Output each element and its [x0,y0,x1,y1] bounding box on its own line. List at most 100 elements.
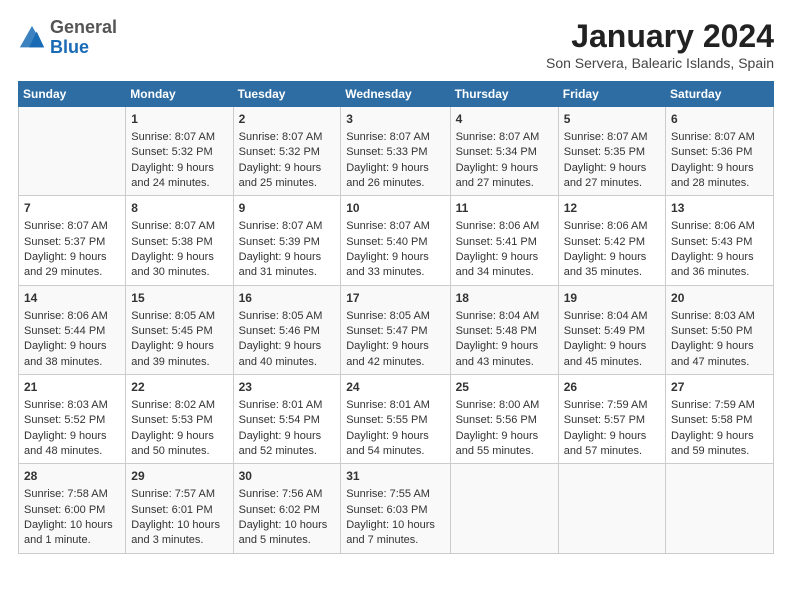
cell-content: Sunrise: 8:00 AM [456,398,553,413]
day-number: 2 [239,111,336,128]
location-subtitle: Son Servera, Balearic Islands, Spain [546,55,774,71]
calendar-cell: 1Sunrise: 8:07 AMSunset: 5:32 PMDaylight… [126,107,233,196]
day-number: 15 [131,290,227,307]
cell-content: Sunrise: 8:06 AM [24,309,120,324]
calendar-week-row: 28Sunrise: 7:58 AMSunset: 6:00 PMDayligh… [19,464,774,553]
cell-content: Sunset: 5:42 PM [564,235,660,250]
calendar-table: SundayMondayTuesdayWednesdayThursdayFrid… [18,81,774,554]
cell-content: and 43 minutes. [456,355,553,370]
cell-content: Sunrise: 7:56 AM [239,487,336,502]
cell-content: Sunrise: 8:04 AM [564,309,660,324]
cell-content: Sunrise: 7:59 AM [671,398,768,413]
cell-content: Daylight: 9 hours [239,161,336,176]
cell-content: Daylight: 9 hours [239,429,336,444]
calendar-week-row: 21Sunrise: 8:03 AMSunset: 5:52 PMDayligh… [19,375,774,464]
calendar-cell: 11Sunrise: 8:06 AMSunset: 5:41 PMDayligh… [450,196,558,285]
cell-content: Daylight: 9 hours [671,250,768,265]
calendar-cell: 16Sunrise: 8:05 AMSunset: 5:46 PMDayligh… [233,285,341,374]
cell-content: Sunset: 5:47 PM [346,324,444,339]
cell-content: Sunset: 5:57 PM [564,413,660,428]
calendar-week-row: 1Sunrise: 8:07 AMSunset: 5:32 PMDaylight… [19,107,774,196]
calendar-cell: 13Sunrise: 8:06 AMSunset: 5:43 PMDayligh… [666,196,774,285]
day-number: 6 [671,111,768,128]
calendar-cell: 17Sunrise: 8:05 AMSunset: 5:47 PMDayligh… [341,285,450,374]
header-sunday: Sunday [19,82,126,107]
calendar-cell: 26Sunrise: 7:59 AMSunset: 5:57 PMDayligh… [558,375,665,464]
calendar-cell: 18Sunrise: 8:04 AMSunset: 5:48 PMDayligh… [450,285,558,374]
cell-content: Sunset: 5:34 PM [456,145,553,160]
header: General Blue January 2024 Son Servera, B… [18,18,774,71]
calendar-header-row: SundayMondayTuesdayWednesdayThursdayFrid… [19,82,774,107]
calendar-cell: 10Sunrise: 8:07 AMSunset: 5:40 PMDayligh… [341,196,450,285]
header-tuesday: Tuesday [233,82,341,107]
cell-content: and 7 minutes. [346,533,444,548]
cell-content: and 57 minutes. [564,444,660,459]
cell-content: and 5 minutes. [239,533,336,548]
cell-content: Daylight: 9 hours [456,250,553,265]
cell-content: and 30 minutes. [131,265,227,280]
cell-content: Sunrise: 8:07 AM [24,219,120,234]
day-number: 24 [346,379,444,396]
title-block: January 2024 Son Servera, Balearic Islan… [546,18,774,71]
month-title: January 2024 [546,18,774,55]
cell-content: Sunset: 6:00 PM [24,503,120,518]
cell-content: Daylight: 9 hours [564,250,660,265]
logo-text: General Blue [50,18,117,58]
cell-content: Sunset: 5:40 PM [346,235,444,250]
cell-content: Sunset: 5:44 PM [24,324,120,339]
cell-content: Sunset: 5:58 PM [671,413,768,428]
calendar-cell [450,464,558,553]
cell-content: Sunrise: 8:05 AM [239,309,336,324]
cell-content: Sunset: 5:56 PM [456,413,553,428]
cell-content: Sunset: 6:01 PM [131,503,227,518]
day-number: 11 [456,200,553,217]
calendar-cell: 12Sunrise: 8:06 AMSunset: 5:42 PMDayligh… [558,196,665,285]
cell-content: Sunset: 5:45 PM [131,324,227,339]
cell-content: Daylight: 9 hours [346,161,444,176]
cell-content: and 25 minutes. [239,176,336,191]
day-number: 22 [131,379,227,396]
cell-content: Sunset: 5:46 PM [239,324,336,339]
calendar-week-row: 7Sunrise: 8:07 AMSunset: 5:37 PMDaylight… [19,196,774,285]
cell-content: Daylight: 9 hours [671,161,768,176]
calendar-cell: 22Sunrise: 8:02 AMSunset: 5:53 PMDayligh… [126,375,233,464]
day-number: 18 [456,290,553,307]
day-number: 13 [671,200,768,217]
calendar-cell: 29Sunrise: 7:57 AMSunset: 6:01 PMDayligh… [126,464,233,553]
cell-content: Sunset: 5:55 PM [346,413,444,428]
calendar-cell: 21Sunrise: 8:03 AMSunset: 5:52 PMDayligh… [19,375,126,464]
cell-content: Sunrise: 8:03 AM [671,309,768,324]
calendar-cell: 2Sunrise: 8:07 AMSunset: 5:32 PMDaylight… [233,107,341,196]
cell-content: Sunset: 5:53 PM [131,413,227,428]
cell-content: Sunset: 5:36 PM [671,145,768,160]
day-number: 3 [346,111,444,128]
day-number: 4 [456,111,553,128]
cell-content: Sunrise: 8:07 AM [346,130,444,145]
logo-general: General [50,17,117,37]
cell-content: Sunset: 6:02 PM [239,503,336,518]
calendar-cell: 27Sunrise: 7:59 AMSunset: 5:58 PMDayligh… [666,375,774,464]
calendar-cell [666,464,774,553]
cell-content: Sunset: 5:49 PM [564,324,660,339]
cell-content: and 35 minutes. [564,265,660,280]
cell-content: and 34 minutes. [456,265,553,280]
cell-content: Sunrise: 8:01 AM [239,398,336,413]
logo-blue: Blue [50,37,89,57]
cell-content: Daylight: 9 hours [239,250,336,265]
day-number: 29 [131,468,227,485]
cell-content: Daylight: 10 hours [239,518,336,533]
cell-content: and 50 minutes. [131,444,227,459]
logo: General Blue [18,18,117,58]
cell-content: and 33 minutes. [346,265,444,280]
cell-content: and 59 minutes. [671,444,768,459]
header-saturday: Saturday [666,82,774,107]
cell-content: Daylight: 9 hours [131,161,227,176]
calendar-cell: 6Sunrise: 8:07 AMSunset: 5:36 PMDaylight… [666,107,774,196]
calendar-cell [19,107,126,196]
cell-content: Sunset: 5:41 PM [456,235,553,250]
cell-content: Sunset: 5:38 PM [131,235,227,250]
cell-content: and 45 minutes. [564,355,660,370]
calendar-cell [558,464,665,553]
cell-content: Sunrise: 8:04 AM [456,309,553,324]
day-number: 19 [564,290,660,307]
